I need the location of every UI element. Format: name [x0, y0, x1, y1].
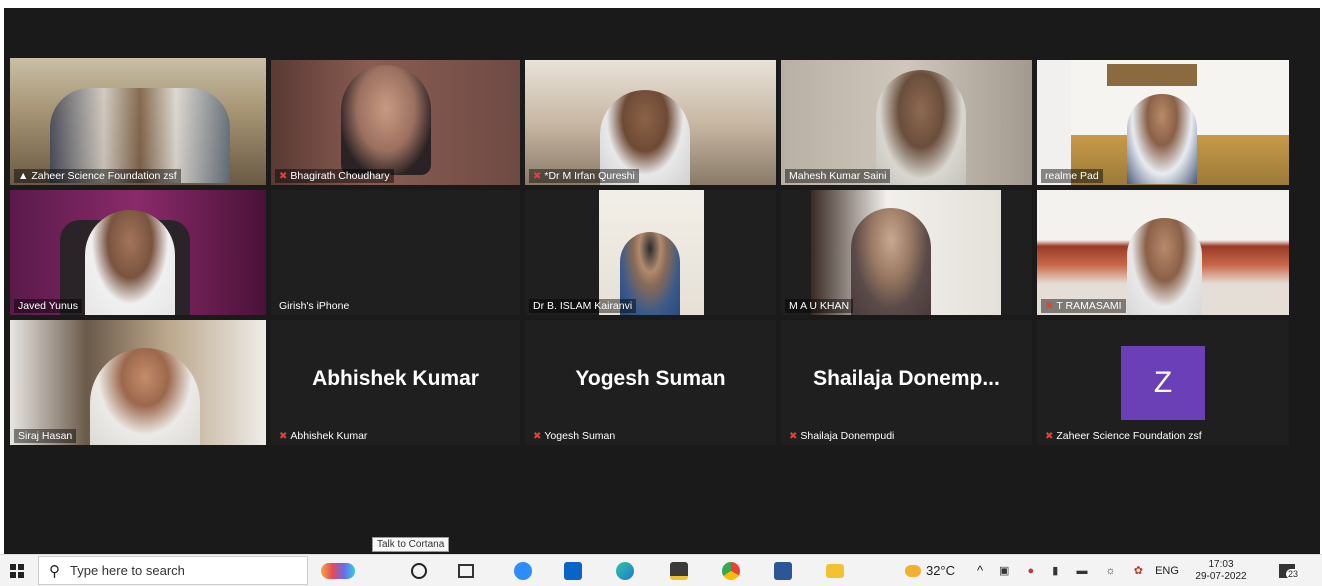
- video-tile[interactable]: ✖ Bhagirath Choudhary: [271, 60, 520, 185]
- participant-name: Siraj Hasan: [14, 429, 77, 443]
- task-view-icon: [458, 563, 474, 578]
- cortana-tooltip: Talk to Cortana: [372, 537, 450, 552]
- sticky-notes-icon: [670, 561, 688, 580]
- video-tile[interactable]: M A U KHAN: [781, 190, 1032, 315]
- chrome-app-button[interactable]: [716, 555, 746, 586]
- participant-name: M A U KHAN: [785, 299, 854, 313]
- search-box[interactable]: ⚲ Type here to search: [38, 556, 308, 585]
- mic-muted-icon: ✖: [279, 171, 288, 182]
- weather-widget[interactable]: 32°C: [895, 555, 965, 586]
- task-view-button[interactable]: [452, 555, 480, 586]
- avatar: Z: [1121, 346, 1205, 420]
- participant-name: Javed Yunus: [14, 299, 82, 313]
- word-app-button[interactable]: [768, 555, 798, 586]
- video-tile[interactable]: Girish's iPhone: [271, 190, 520, 315]
- mic-muted-icon: ✖: [789, 431, 798, 442]
- outlook-icon: [564, 561, 582, 580]
- participant-display-name: Yogesh Suman: [575, 367, 726, 390]
- participant-name: Dr B. ISLAM Kairanvi: [529, 299, 637, 313]
- tray-app-icon: ▣: [999, 565, 1010, 577]
- search-placeholder: Type here to search: [70, 563, 185, 578]
- mic-muted-icon: ✖: [1045, 431, 1054, 442]
- participant-name: ✖ Abhishek Kumar: [279, 430, 368, 442]
- windows-icon: [10, 563, 24, 578]
- video-tile[interactable]: Javed Yunus: [10, 190, 266, 315]
- notification-center-button[interactable]: 23: [1272, 555, 1302, 586]
- participant-display-name: Shailaja Donemp...: [813, 367, 1000, 390]
- sticky-notes-app-button[interactable]: [664, 555, 694, 586]
- notification-count: 23: [1285, 569, 1300, 579]
- video-tile[interactable]: Dr B. ISLAM Kairanvi: [525, 190, 776, 315]
- video-tile[interactable]: ✖ *Dr M Irfan Qureshi: [525, 60, 776, 185]
- battery-icon: ▬: [1076, 564, 1088, 577]
- weather-icon: [904, 564, 921, 577]
- search-icon: ⚲: [49, 562, 60, 580]
- clock-date: 29-07-2022: [1195, 570, 1247, 582]
- zoom-app-button[interactable]: [508, 555, 538, 586]
- microphone-icon: ▮: [1052, 565, 1059, 577]
- video-tile[interactable]: Mahesh Kumar Saini: [781, 60, 1032, 185]
- outlook-app-button[interactable]: [558, 555, 588, 586]
- meeting-window: ▲ Zaheer Science Foundation zsf ✖ Bhagira…: [4, 8, 1320, 554]
- clock-time: 17:03: [1208, 558, 1234, 570]
- zoom-icon: [514, 561, 532, 580]
- mic-muted-icon: ✖: [279, 431, 288, 442]
- chrome-icon: [722, 561, 740, 580]
- video-tile[interactable]: Shailaja Donemp... ✖ Shailaja Donempudi: [781, 320, 1032, 445]
- participant-name: ✖ T RAMASAMI: [1041, 299, 1126, 313]
- chevron-up-icon: ^: [976, 563, 984, 578]
- word-icon: [774, 561, 792, 580]
- tray-icons[interactable]: ▣ ● ▮ ▬ ☼ ✿: [990, 555, 1152, 586]
- cortana-icon: [411, 562, 427, 579]
- clock[interactable]: 17:03 29-07-2022: [1186, 555, 1256, 586]
- show-hidden-icons-button[interactable]: ^: [972, 555, 988, 586]
- participant-name: ✖ Yogesh Suman: [533, 430, 616, 442]
- participant-name: ✖ Bhagirath Choudhary: [275, 169, 394, 183]
- edge-icon: [616, 561, 634, 580]
- video-tile[interactable]: Yogesh Suman ✖ Yogesh Suman: [525, 320, 776, 445]
- tray-app-icon-2: ●: [1027, 564, 1035, 577]
- video-tile[interactable]: Z ✖ Zaheer Science Foundation zsf: [1037, 320, 1289, 445]
- participant-name: ✖ Shailaja Donempudi: [789, 430, 895, 442]
- folder-icon: [826, 563, 844, 578]
- video-tile[interactable]: Abhishek Kumar ✖ Abhishek Kumar: [271, 320, 520, 445]
- tray-app-icon-3: ✿: [1133, 565, 1143, 577]
- participant-name: ✖ *Dr M Irfan Qureshi: [529, 169, 639, 183]
- start-button[interactable]: [0, 555, 34, 586]
- participant-display-name: Abhishek Kumar: [312, 367, 479, 390]
- cortana-button[interactable]: [405, 555, 433, 586]
- participant-name: ▲ Zaheer Science Foundation zsf: [14, 169, 181, 183]
- mic-muted-icon: ✖: [533, 171, 542, 182]
- search-highlight-icon[interactable]: [312, 555, 364, 586]
- participant-name: Girish's iPhone: [279, 300, 350, 312]
- video-tile[interactable]: realme Pad: [1037, 60, 1289, 185]
- file-explorer-app-button[interactable]: [820, 555, 850, 586]
- pin-icon: ▲: [18, 170, 29, 182]
- video-tile[interactable]: ✖ T RAMASAMI: [1037, 190, 1289, 315]
- participant-name: ✖ Zaheer Science Foundation zsf: [1045, 430, 1202, 442]
- taskbar: ⚲ Type here to search 32°C ^ ▣ ● ▮ ▬ ☼ ✿…: [0, 554, 1322, 586]
- mic-muted-icon: ✖: [533, 431, 542, 442]
- participant-name: Mahesh Kumar Saini: [785, 169, 891, 183]
- video-tile[interactable]: Siraj Hasan: [10, 320, 266, 445]
- mic-muted-icon: ✖: [1045, 301, 1054, 312]
- participant-name: realme Pad: [1041, 169, 1103, 183]
- language-indicator[interactable]: ENG: [1152, 555, 1182, 586]
- wifi-icon: ☼: [1105, 564, 1116, 577]
- video-tile[interactable]: ▲ Zaheer Science Foundation zsf: [10, 58, 266, 185]
- edge-app-button[interactable]: [610, 555, 640, 586]
- weather-temperature: 32°C: [925, 563, 956, 578]
